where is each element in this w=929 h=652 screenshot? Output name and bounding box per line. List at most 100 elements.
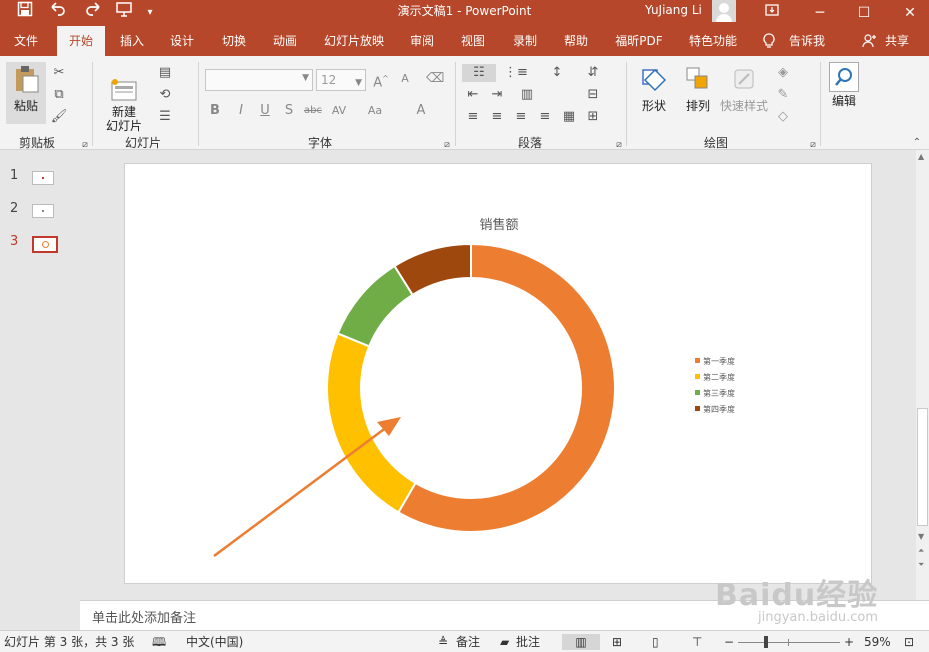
font-family-select[interactable]: ▼ bbox=[205, 69, 313, 91]
font-size-select[interactable]: 12 ▼ bbox=[316, 69, 366, 91]
notes-placeholder[interactable]: 单击此处添加备注 bbox=[92, 607, 196, 626]
status-bar: 幻灯片 第 3 张，共 3 张 🕮 中文(中国) ≜ 备注 ▰ 批注 ▥ ⊞ ▯… bbox=[0, 630, 929, 652]
reading-view-icon[interactable]: ▯ bbox=[652, 634, 659, 650]
tab-view[interactable]: 视图 bbox=[453, 26, 493, 56]
scroll-down-icon[interactable]: ▼ bbox=[918, 532, 924, 541]
slide-sorter-icon[interactable]: ⊞ bbox=[612, 634, 622, 650]
strikethrough-icon[interactable]: abc bbox=[304, 102, 322, 120]
maximize-icon[interactable]: ☐ bbox=[852, 0, 876, 26]
paste-button[interactable]: 粘贴 bbox=[6, 62, 46, 124]
layout-icon[interactable]: ▤ bbox=[156, 64, 174, 82]
tab-design[interactable]: 设计 bbox=[162, 26, 202, 56]
text-direction-icon[interactable]: ⇵ bbox=[584, 64, 602, 82]
redo-icon[interactable] bbox=[82, 0, 104, 26]
shapes-button[interactable]: 形状 bbox=[636, 64, 672, 130]
comments-toggle[interactable]: 批注 bbox=[516, 634, 540, 650]
customize-icon[interactable]: ▾ bbox=[142, 0, 158, 26]
tab-record[interactable]: 录制 bbox=[505, 26, 545, 56]
zoom-in-button[interactable]: + bbox=[844, 634, 854, 650]
justify-icon[interactable]: ≡ bbox=[536, 108, 554, 126]
slide-thumbnail-2[interactable] bbox=[32, 204, 54, 218]
section-icon[interactable]: ☰ bbox=[156, 108, 174, 126]
format-painter-icon[interactable]: 🖌 bbox=[50, 108, 68, 126]
normal-view-icon[interactable]: ▥ bbox=[562, 634, 600, 650]
shape-effects-icon[interactable]: ◇ bbox=[774, 108, 792, 126]
tab-slideshow[interactable]: 幻灯片放映 bbox=[318, 26, 390, 56]
arrange-button[interactable]: 排列 bbox=[680, 64, 716, 130]
tab-features[interactable]: 特色功能 bbox=[682, 26, 744, 56]
tab-review[interactable]: 审阅 bbox=[402, 26, 442, 56]
group-drawing-label: 绘图 bbox=[703, 136, 728, 150]
cut-icon[interactable]: ✂ bbox=[50, 64, 68, 82]
next-slide-icon[interactable]: ⏷ bbox=[918, 560, 924, 570]
tab-insert[interactable]: 插入 bbox=[112, 26, 152, 56]
slideshow-view-icon[interactable]: ⊤ bbox=[692, 634, 702, 650]
comments-icon[interactable]: ▰ bbox=[500, 634, 509, 650]
underline-icon[interactable]: U bbox=[256, 102, 274, 120]
fit-to-window-icon[interactable]: ⊡ bbox=[904, 634, 914, 650]
avatar[interactable] bbox=[712, 0, 736, 22]
reset-icon[interactable]: ⟲ bbox=[156, 86, 174, 104]
tab-file[interactable]: 文件 bbox=[4, 26, 48, 56]
zoom-level[interactable]: 59% bbox=[864, 634, 891, 650]
zoom-slider-thumb[interactable] bbox=[763, 636, 768, 648]
bullets-icon[interactable]: ☷ bbox=[462, 64, 496, 82]
numbering-icon[interactable]: ⋮≡ bbox=[504, 64, 528, 82]
shrink-font-icon[interactable]: A bbox=[396, 70, 414, 88]
tab-foxit-pdf[interactable]: 福昕PDF bbox=[608, 26, 670, 56]
scroll-up-icon[interactable]: ▲ bbox=[918, 152, 924, 161]
align-right-icon[interactable]: ≡ bbox=[512, 108, 530, 126]
tab-home[interactable]: 开始 bbox=[57, 26, 105, 56]
previous-slide-icon[interactable]: ⏶ bbox=[918, 546, 924, 556]
zoom-out-button[interactable]: − bbox=[724, 634, 734, 650]
smartart-icon[interactable]: ⊞ bbox=[584, 108, 602, 126]
lightbulb-icon[interactable] bbox=[762, 26, 776, 56]
increase-indent-icon[interactable]: ⇥ bbox=[488, 86, 506, 104]
share-button[interactable]: 共享 bbox=[880, 26, 914, 56]
user-name[interactable]: YuJiang Li bbox=[645, 0, 702, 22]
shape-outline-icon[interactable]: ✎ bbox=[774, 86, 792, 104]
notes-toggle[interactable]: 备注 bbox=[456, 634, 480, 650]
copy-icon[interactable]: ⧉ bbox=[50, 86, 68, 104]
close-icon[interactable]: ✕ bbox=[898, 0, 922, 26]
tab-animations[interactable]: 动画 bbox=[264, 26, 306, 56]
present-icon[interactable] bbox=[112, 0, 136, 26]
notes-toggle-icon[interactable]: ≜ bbox=[438, 634, 448, 650]
shadow-icon[interactable]: S bbox=[280, 102, 298, 120]
align-text-icon[interactable]: ⊟ bbox=[584, 86, 602, 104]
change-case-icon[interactable]: Aa bbox=[366, 102, 384, 120]
slide-thumbnail-3[interactable] bbox=[32, 236, 58, 253]
grow-font-icon[interactable]: A^ bbox=[372, 70, 390, 90]
align-left-icon[interactable]: ≡ bbox=[464, 108, 482, 126]
font-color-icon[interactable]: A bbox=[412, 102, 430, 120]
zoom-slider[interactable] bbox=[738, 636, 840, 648]
align-center-icon[interactable]: ≡ bbox=[488, 108, 506, 126]
vertical-scrollbar[interactable]: ▲ ▼ ⏶ ⏷ bbox=[916, 150, 929, 600]
quick-styles-button[interactable]: 快速样式 bbox=[718, 64, 770, 130]
minimize-icon[interactable]: ─ bbox=[808, 0, 832, 26]
line-spacing-icon[interactable]: ↕ bbox=[548, 64, 566, 82]
bold-icon[interactable]: B bbox=[206, 102, 224, 120]
italic-icon[interactable]: I bbox=[232, 102, 250, 120]
group-paragraph-label: 段落 bbox=[517, 136, 542, 150]
save-icon[interactable] bbox=[14, 0, 36, 26]
clear-format-icon[interactable]: ⌫ bbox=[426, 70, 444, 88]
new-slide-button[interactable]: 新建 幻灯片 bbox=[98, 64, 150, 133]
slide[interactable]: 销售额 第一季度 第二季度 第三季度 第四季度 bbox=[124, 163, 872, 584]
columns-icon[interactable]: ▥ bbox=[518, 86, 536, 104]
tab-help[interactable]: 帮助 bbox=[556, 26, 596, 56]
tell-me-search[interactable]: 告诉我 bbox=[782, 26, 832, 56]
char-spacing-icon[interactable]: AV bbox=[330, 102, 348, 120]
share-icon[interactable] bbox=[862, 26, 876, 56]
tab-transitions[interactable]: 切换 bbox=[214, 26, 254, 56]
distributed-icon[interactable]: ▦ bbox=[560, 108, 578, 126]
spell-check-icon[interactable]: 🕮 bbox=[152, 634, 166, 650]
language-indicator[interactable]: 中文(中国) bbox=[186, 634, 243, 650]
ribbon-options-icon[interactable] bbox=[760, 0, 784, 26]
scroll-thumb[interactable] bbox=[917, 408, 928, 526]
shape-fill-icon[interactable]: ◈ bbox=[774, 64, 792, 82]
editing-button[interactable]: 编辑 bbox=[826, 62, 862, 128]
decrease-indent-icon[interactable]: ⇤ bbox=[464, 86, 482, 104]
undo-icon[interactable] bbox=[44, 0, 72, 26]
slide-thumbnail-1[interactable] bbox=[32, 171, 54, 185]
